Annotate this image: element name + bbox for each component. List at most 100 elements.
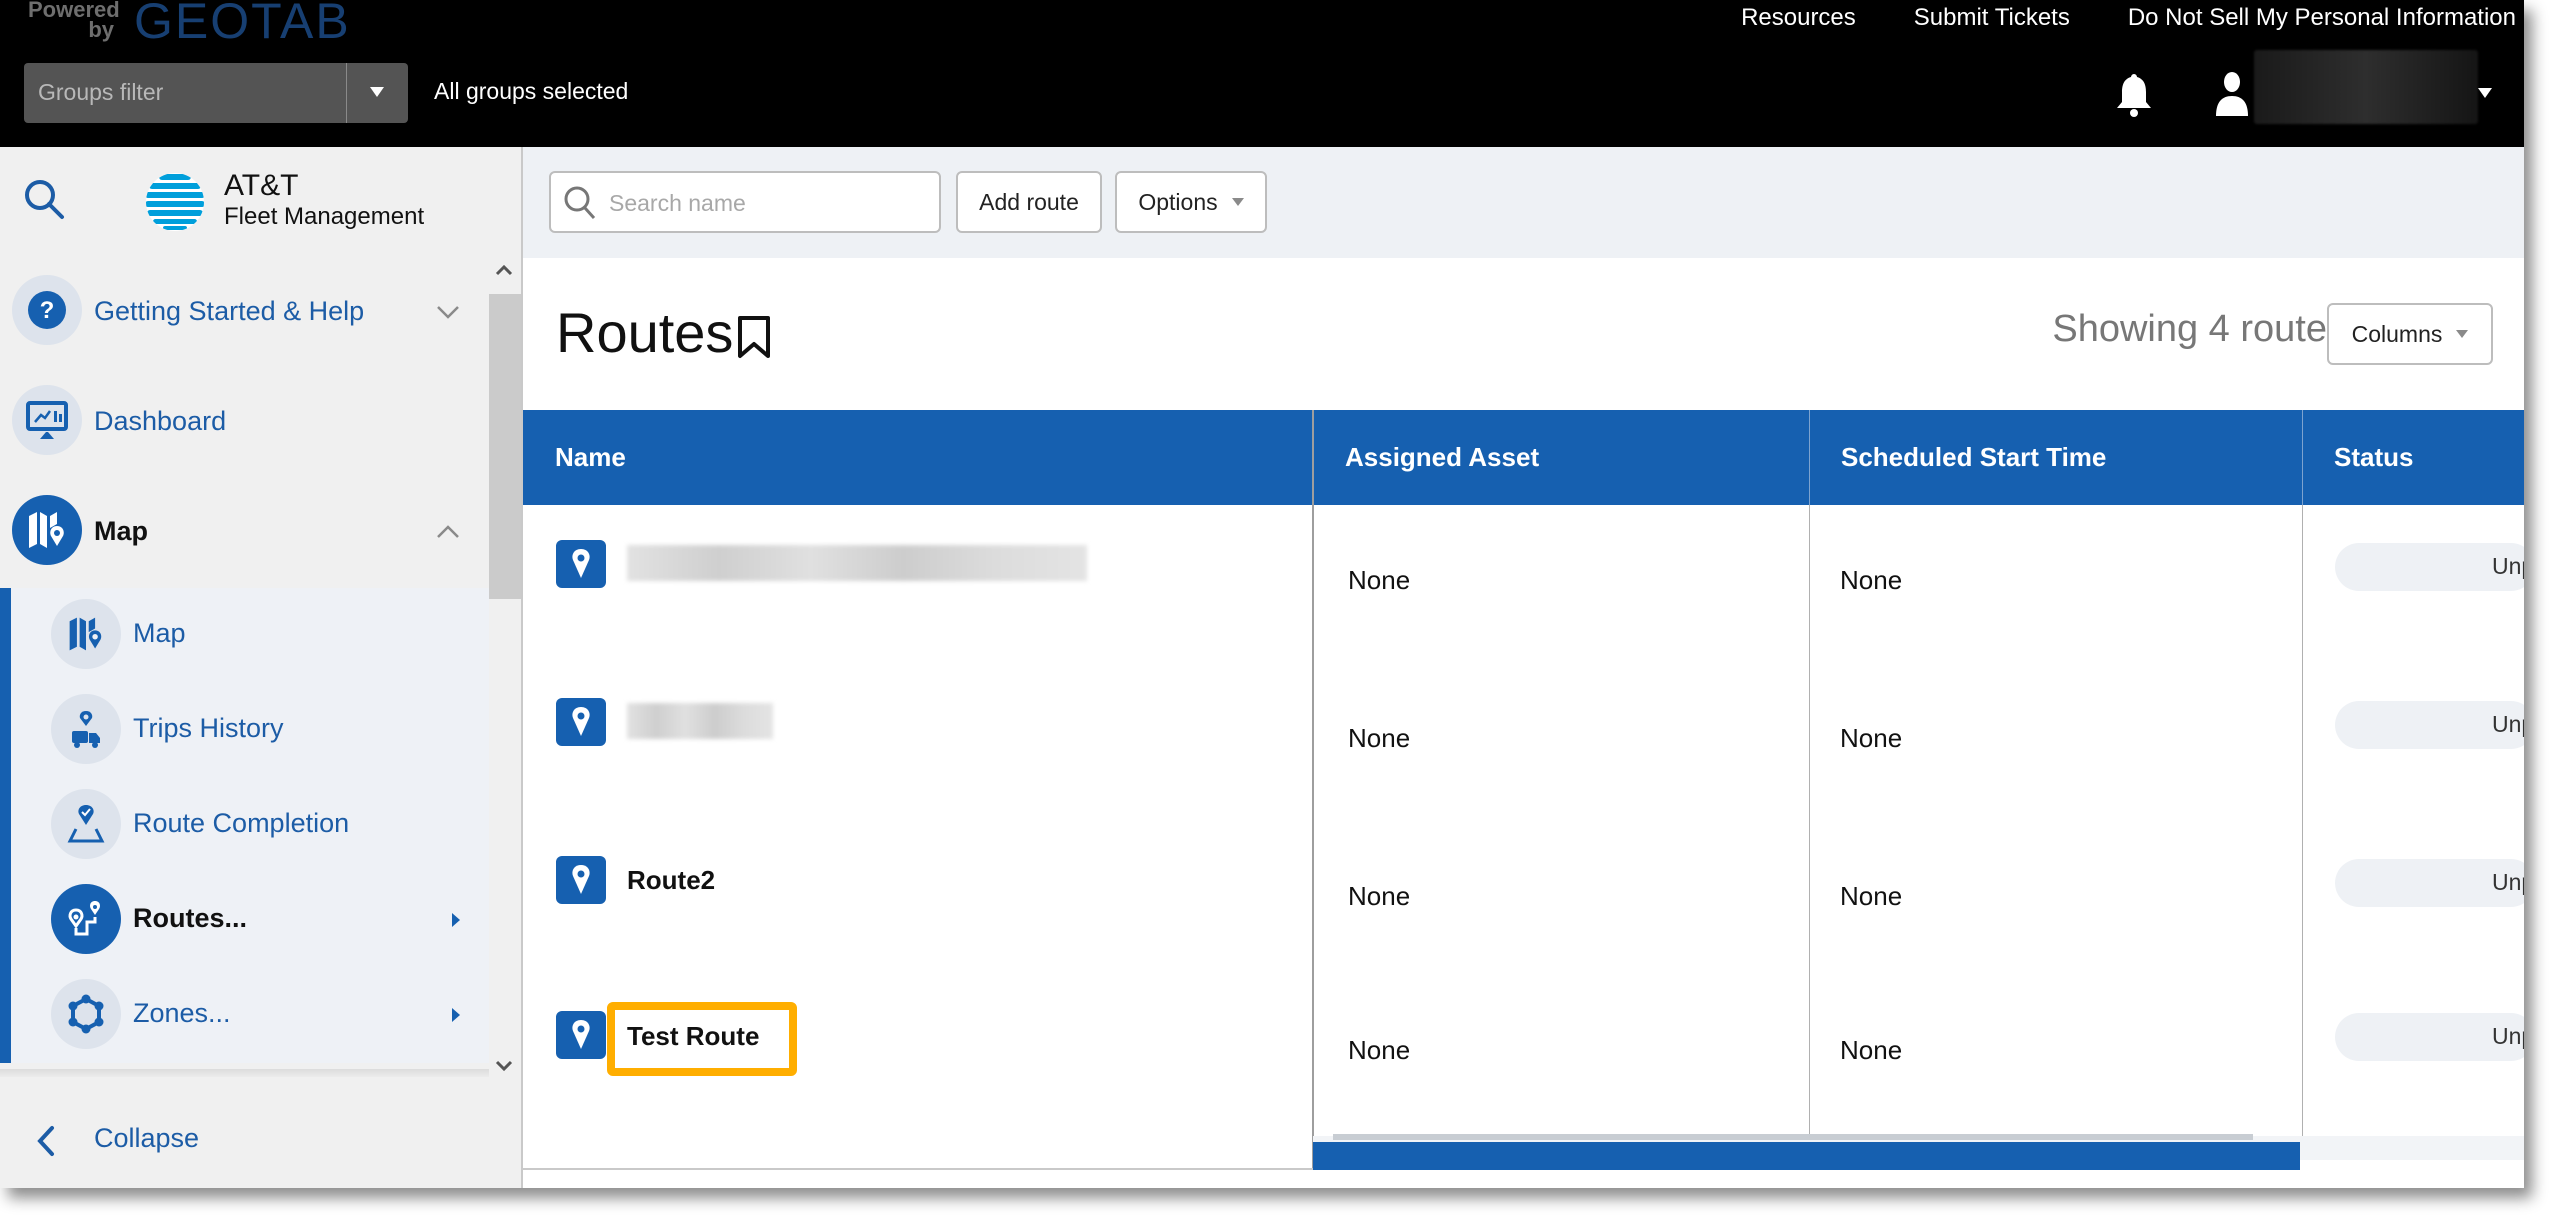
horizontal-scrollbar-thumb[interactable] [1313, 1142, 2300, 1170]
route-completion-icon [51, 789, 121, 859]
scheduled-start-cell: None [1840, 565, 1903, 595]
column-header-status[interactable]: Status [2302, 410, 2524, 505]
geotab-logo: GEOTAB [134, 0, 351, 49]
trips-history-icon [51, 694, 121, 764]
options-label: Options [1138, 188, 1218, 215]
att-title: AT&T [224, 169, 299, 202]
search-icon[interactable] [22, 177, 66, 221]
status-text: Unp [2492, 869, 2524, 895]
chevron-left-icon [37, 1126, 54, 1156]
page-title: Routes [556, 301, 734, 364]
collapse-label: Collapse [94, 1123, 200, 1153]
sidebar-subitem-label: Trips History [133, 713, 284, 743]
scroll-down-icon[interactable] [494, 1059, 514, 1073]
submenu-arrow-icon [452, 1008, 460, 1022]
table-row[interactable]: None None Unp [523, 505, 2524, 663]
user-name-redacted[interactable] [2254, 50, 2478, 124]
status-text: Unp [2492, 711, 2524, 737]
sidebar-item-label: Getting Started & Help [94, 296, 365, 326]
scheduled-start-cell: None [1840, 723, 1903, 753]
collapse-button[interactable]: Collapse [30, 1115, 330, 1165]
routes-icon [51, 884, 121, 954]
sidebar-subitem-map[interactable]: Map [0, 588, 489, 683]
help-circle-icon: ? [12, 275, 82, 345]
page-header: Routes Showing 4 routes Columns [523, 258, 2524, 410]
sidebar-item-getting-started[interactable]: ? Getting Started & Help [0, 263, 489, 363]
map-icon [51, 599, 121, 669]
add-route-button[interactable]: Add route [956, 171, 1102, 233]
powered-by-label: Powered by [28, 0, 120, 41]
sidebar-subitem-label: Routes... [133, 903, 248, 933]
map-icon [12, 495, 82, 565]
sidebar-subitem-route-completion[interactable]: Route Completion [0, 778, 489, 873]
zones-icon [51, 979, 121, 1049]
sidebar-subitem-label: Route Completion [133, 808, 350, 838]
route-pin-icon [556, 1011, 606, 1059]
caret-down-icon [1231, 198, 1244, 206]
top-links: Resources Submit Tickets Do Not Sell My … [1741, 4, 2516, 32]
att-subtitle: Fleet Management [224, 203, 425, 230]
status-text: Unp [2492, 1023, 2524, 1049]
column-header-scheduled-start[interactable]: Scheduled Start Time [1809, 410, 2302, 505]
user-menu-caret-icon[interactable] [2478, 88, 2492, 98]
user-icon[interactable] [2214, 70, 2250, 116]
table-bottom-border [523, 1168, 1313, 1170]
showing-count: Showing 4 routes [2052, 308, 2346, 350]
assigned-asset-cell: None [1348, 1035, 1411, 1065]
columns-button[interactable]: Columns [2327, 303, 2493, 365]
status-badge: Unp [2335, 543, 2524, 591]
app-window: Powered by GEOTAB Resources Submit Ticke… [0, 0, 2524, 1188]
columns-label: Columns [2351, 320, 2443, 347]
groups-filter-placeholder: Groups filter [38, 79, 164, 105]
status-badge: Unp [2335, 859, 2524, 907]
toolbar: Add route Options [523, 147, 2524, 258]
sidebar-subitem-zones[interactable]: Zones... [0, 968, 489, 1063]
search-name-field[interactable] [549, 171, 941, 233]
column-header-name[interactable]: Name [523, 410, 1313, 505]
sidebar-subitem-label: Map [133, 618, 186, 648]
search-icon [564, 186, 596, 220]
sidebar-item-label: Map [94, 516, 148, 546]
route-pin-icon [556, 540, 606, 588]
assigned-asset-cell: None [1348, 881, 1411, 911]
column-header-assigned-asset[interactable]: Assigned Asset [1313, 410, 1809, 505]
table-row[interactable]: Route2 None None Unp [523, 821, 2524, 979]
route-name-redacted[interactable] [627, 545, 1087, 581]
status-badge: Unp [2335, 701, 2524, 749]
scroll-up-icon[interactable] [494, 263, 514, 277]
sidebar-item-map[interactable]: Map [0, 483, 489, 583]
bookmark-icon[interactable] [735, 314, 773, 360]
sidebar-subitem-routes[interactable]: Routes... [0, 873, 489, 968]
sidebar-scrollbar-thumb[interactable] [489, 294, 521, 599]
top-header: Powered by GEOTAB Resources Submit Ticke… [0, 0, 2524, 147]
bell-icon[interactable] [2114, 72, 2154, 118]
svg-text:?: ? [40, 297, 55, 324]
submenu-arrow-icon [452, 913, 460, 927]
sidebar-item-label: Dashboard [94, 406, 227, 436]
sidebar: AT&T Fleet Management ? Getting Started … [0, 147, 523, 1188]
route-name-link[interactable]: Route2 [627, 865, 715, 896]
caret-down-icon[interactable] [370, 87, 384, 97]
column-divider [2302, 410, 2303, 505]
groups-filter-divider [346, 63, 347, 123]
sidebar-item-dashboard[interactable]: Dashboard [0, 373, 489, 473]
search-name-input[interactable] [607, 183, 931, 223]
sidebar-subitem-trips-history[interactable]: Trips History [0, 683, 489, 778]
route-name-link[interactable]: Test Route [627, 1021, 759, 1052]
submit-tickets-link[interactable]: Submit Tickets [1914, 4, 2070, 32]
map-submenu: Map Trips History Route Completion Route… [0, 588, 489, 1063]
groups-filter[interactable]: Groups filter [24, 63, 408, 123]
chevron-up-icon[interactable] [436, 525, 460, 539]
horizontal-scrollbar-rail [1333, 1134, 2253, 1140]
table-row[interactable]: None None Unp [523, 663, 2524, 821]
resources-link[interactable]: Resources [1741, 4, 1856, 32]
options-button[interactable]: Options [1115, 171, 1267, 233]
assigned-asset-cell: None [1348, 723, 1411, 753]
do-not-sell-link[interactable]: Do Not Sell My Personal Information [2128, 4, 2516, 32]
chevron-down-icon[interactable] [436, 305, 460, 319]
sidebar-divider [0, 1069, 489, 1077]
scheduled-start-cell: None [1840, 1035, 1903, 1065]
table-row[interactable]: Test Route None None Unp [523, 979, 2524, 1137]
route-name-redacted[interactable] [627, 703, 773, 739]
route-pin-icon [556, 856, 606, 904]
